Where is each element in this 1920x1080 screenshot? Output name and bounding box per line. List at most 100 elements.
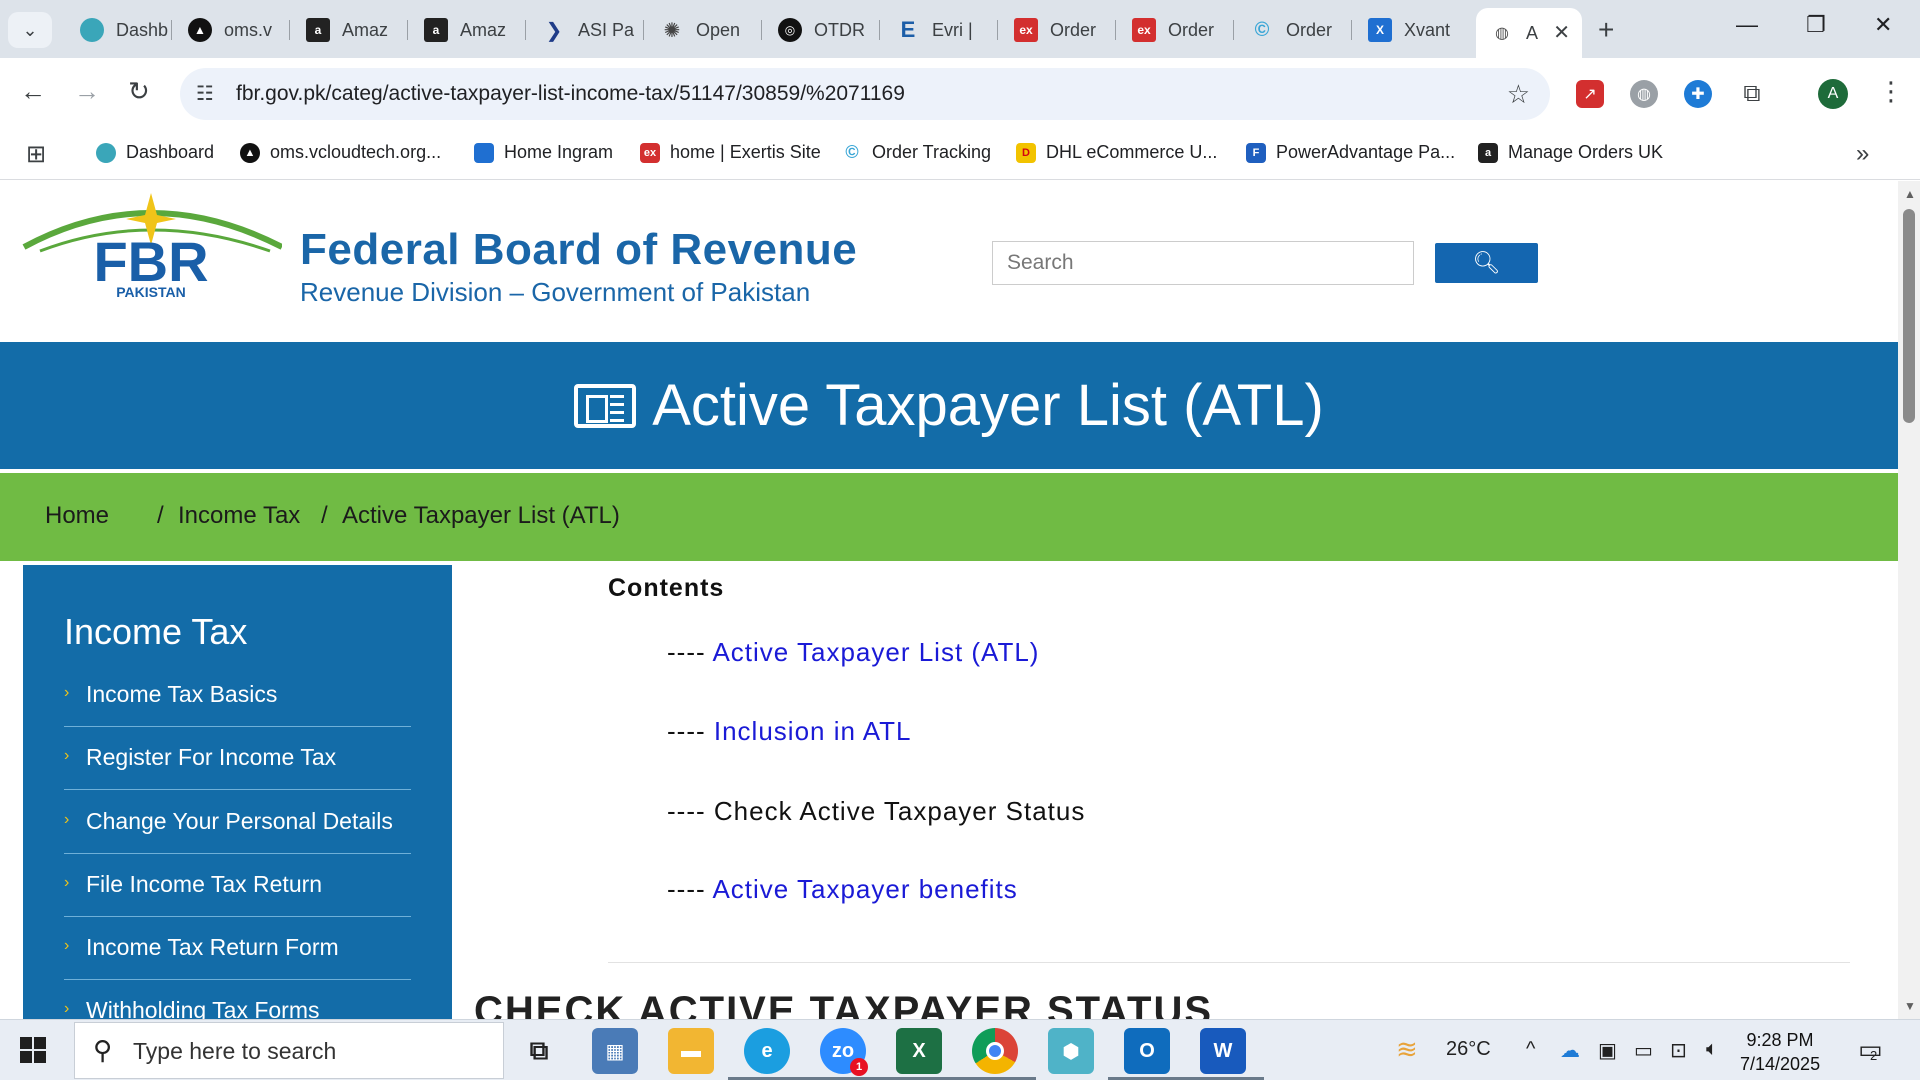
- chrome-icon[interactable]: [972, 1028, 1018, 1074]
- toc-link-benefits[interactable]: Active Taxpayer benefits: [712, 874, 1017, 904]
- site-search-input[interactable]: [992, 241, 1414, 285]
- bookmark-exertis[interactable]: ex home | Exertis Site: [640, 142, 821, 163]
- breadcrumb-separator: /: [321, 502, 328, 529]
- close-tab-icon[interactable]: ✕: [1553, 20, 1570, 45]
- tab-9[interactable]: ex Order: [1000, 8, 1116, 52]
- apps-grid-icon[interactable]: ⊞: [26, 140, 46, 169]
- bookmark-dhl[interactable]: D DHL eCommerce U...: [1016, 142, 1217, 163]
- tab-3[interactable]: a Amaz: [292, 8, 408, 52]
- sidebar-item-income-tax-basics[interactable]: › Income Tax Basics: [64, 664, 411, 727]
- newspaper-icon: [574, 383, 637, 428]
- otdr-favicon-icon: ◎: [778, 18, 802, 42]
- zoom-icon[interactable]: zo 1: [820, 1028, 868, 1076]
- minimize-icon[interactable]: —: [1736, 12, 1758, 38]
- battery-icon[interactable]: ▭: [1634, 1038, 1653, 1063]
- forward-icon[interactable]: →: [74, 76, 100, 107]
- pdf-extension-icon[interactable]: ↗: [1576, 80, 1604, 108]
- sidebar-item-file-return[interactable]: › File Income Tax Return: [64, 854, 411, 917]
- bookmark-order-tracking[interactable]: © Order Tracking: [842, 142, 991, 163]
- site-info-icon[interactable]: ☷: [196, 81, 214, 106]
- tab-12[interactable]: X Xvant: [1354, 8, 1470, 52]
- ingram-favicon-icon: [474, 142, 494, 163]
- bookmarks-bar: ⊞ Dashboard ▲ oms.vcloudtech.org... Home …: [0, 130, 1920, 180]
- bookmark-home-ingram[interactable]: Home Ingram: [474, 142, 613, 163]
- calculator-icon[interactable]: ▦: [592, 1028, 638, 1074]
- volume-icon[interactable]: 🔈︎: [1706, 1038, 1718, 1061]
- tab-4[interactable]: a Amaz: [410, 8, 526, 52]
- toc-link-atl[interactable]: Active Taxpayer List (ATL): [712, 637, 1039, 667]
- toc-item: ---- Check Active Taxpayer Status: [667, 796, 1086, 826]
- bookmark-dashboard[interactable]: Dashboard: [96, 142, 214, 163]
- dashboard-favicon-icon: [96, 142, 116, 163]
- weather-temperature[interactable]: 26°C: [1446, 1038, 1491, 1061]
- network-icon[interactable]: ⊡: [1670, 1038, 1687, 1063]
- dhl-favicon-icon: D: [1016, 142, 1036, 163]
- scroll-up-icon[interactable]: ▲: [1904, 187, 1916, 201]
- word-icon[interactable]: W: [1200, 1028, 1246, 1074]
- avatar[interactable]: A: [1818, 79, 1848, 109]
- bookmark-star-icon[interactable]: ☆: [1507, 79, 1530, 110]
- breadcrumb-income-tax[interactable]: Income Tax: [178, 502, 300, 530]
- menu-kebab-icon[interactable]: ⋮: [1878, 76, 1904, 107]
- sidebar-item-change-details[interactable]: › Change Your Personal Details: [64, 791, 411, 854]
- notifications-icon[interactable]: ▭ 2: [1858, 1034, 1883, 1065]
- exertis-favicon-icon: ex: [1132, 18, 1156, 42]
- tab-6[interactable]: ✺ Open: [646, 8, 762, 52]
- sidebar-item-return-form[interactable]: › Income Tax Return Form: [64, 917, 411, 980]
- tab-11[interactable]: © Order: [1236, 8, 1352, 52]
- edge-icon[interactable]: e: [744, 1028, 790, 1074]
- tab-8[interactable]: E Evri |: [882, 8, 998, 52]
- zoom-badge: 1: [850, 1058, 868, 1076]
- reload-icon[interactable]: ↻: [128, 76, 150, 107]
- bookmark-oms[interactable]: ▲ oms.vcloudtech.org...: [240, 142, 441, 163]
- fbr-logo[interactable]: FBR PAKISTAN: [20, 189, 282, 299]
- system-clock[interactable]: 9:28 PM 7/14/2025: [1740, 1028, 1820, 1076]
- weather-icon[interactable]: ≋: [1396, 1034, 1418, 1065]
- tab-7[interactable]: ◎ OTDR: [764, 8, 880, 52]
- task-view-icon[interactable]: ⧉: [516, 1028, 562, 1074]
- page-scrollbar[interactable]: ▲ ▼: [1898, 181, 1920, 1019]
- oms-favicon-icon: ▲: [188, 18, 212, 42]
- onedrive-icon[interactable]: ☁: [1560, 1038, 1580, 1063]
- site-search-button[interactable]: 🔍︎: [1435, 243, 1538, 283]
- sidebar-item-register[interactable]: › Register For Income Tax: [64, 727, 411, 790]
- puzzle-extensions-icon[interactable]: ⧉: [1738, 80, 1766, 108]
- scroll-down-icon[interactable]: ▼: [1904, 999, 1916, 1013]
- page-title: Active Taxpayer List (ATL): [652, 373, 1324, 438]
- show-hidden-icons-icon[interactable]: ^: [1526, 1038, 1535, 1061]
- tab-active[interactable]: ◍ A ✕: [1476, 8, 1582, 58]
- file-explorer-icon[interactable]: ▬: [668, 1028, 714, 1074]
- globe-extension-icon[interactable]: ◍: [1630, 80, 1658, 108]
- more-bookmarks-icon[interactable]: »: [1856, 140, 1869, 168]
- restore-icon[interactable]: ❐: [1806, 12, 1826, 38]
- toc-text-check-status: Check Active Taxpayer Status: [713, 796, 1086, 826]
- back-icon[interactable]: ←: [20, 76, 46, 107]
- tab-search-button[interactable]: ⌄: [8, 12, 52, 48]
- outlook-icon[interactable]: O: [1124, 1028, 1170, 1074]
- scroll-thumb[interactable]: [1903, 209, 1915, 423]
- breadcrumb: Home / Income Tax / Active Taxpayer List…: [0, 473, 1898, 561]
- chevron-right-icon: ›: [64, 747, 70, 764]
- tab-2[interactable]: ▲ oms.v: [174, 8, 290, 52]
- bookmark-manage-orders[interactable]: a Manage Orders UK: [1478, 142, 1663, 163]
- app-hexagon-icon[interactable]: ⬢: [1048, 1028, 1094, 1074]
- org-name-block[interactable]: Federal Board of Revenue Revenue Divisio…: [300, 225, 857, 308]
- bookmark-poweradvantage[interactable]: F PowerAdvantage Pa...: [1246, 142, 1455, 163]
- security-icon[interactable]: ▣: [1598, 1038, 1617, 1063]
- sidebar-item-withholding-forms[interactable]: › Withholding Tax Forms: [64, 980, 411, 1019]
- url-text[interactable]: fbr.gov.pk/categ/active-taxpayer-list-in…: [236, 82, 905, 106]
- tab-10[interactable]: ex Order: [1118, 8, 1234, 52]
- exertis-favicon-icon: ex: [640, 142, 660, 163]
- toc-item: ---- Active Taxpayer List (ATL): [667, 637, 1040, 667]
- taskbar-search-box[interactable]: ⚲ Type here to search: [74, 1022, 504, 1079]
- excel-icon[interactable]: X: [896, 1028, 942, 1074]
- windows-start-icon[interactable]: [20, 1037, 46, 1063]
- breadcrumb-home[interactable]: Home: [45, 502, 109, 530]
- tab-5[interactable]: ❯ ASI Pa: [528, 8, 644, 52]
- tab-1[interactable]: Dashb: [66, 8, 172, 52]
- close-window-icon[interactable]: ✕: [1874, 12, 1892, 38]
- extension-icon[interactable]: ✚: [1684, 80, 1712, 108]
- address-bar[interactable]: ☷ fbr.gov.pk/categ/active-taxpayer-list-…: [180, 68, 1550, 120]
- new-tab-icon[interactable]: +: [1598, 14, 1614, 46]
- toc-link-inclusion[interactable]: Inclusion in ATL: [714, 716, 912, 746]
